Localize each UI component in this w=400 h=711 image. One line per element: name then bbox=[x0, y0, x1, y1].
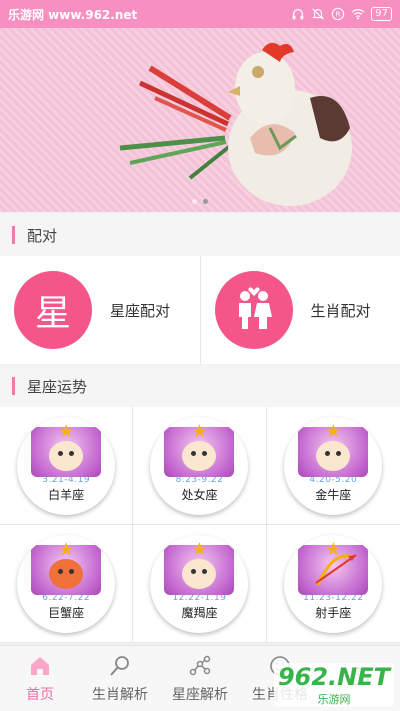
section-title-pair: 配对 bbox=[0, 214, 400, 256]
r-circle-icon: R bbox=[332, 7, 345, 21]
tab-constellation-analysis-label: 星座解析 bbox=[172, 686, 228, 703]
constellation-pair-icon: 星 bbox=[14, 271, 92, 349]
virgo-badge: ★ 8.23-9.22 处女座 bbox=[150, 416, 249, 515]
capricorn-cartoon-icon: ★ bbox=[164, 539, 235, 595]
aries-cartoon-icon: ★ bbox=[31, 421, 102, 477]
banner-carousel[interactable] bbox=[0, 28, 400, 212]
headphones-icon bbox=[293, 8, 304, 20]
star-icon: ★ bbox=[58, 538, 75, 560]
status-site-text: 乐游网 www.962.net bbox=[8, 7, 138, 22]
sign-cell-virgo[interactable]: ★ 8.23-9.22 处女座 bbox=[133, 407, 267, 525]
cancer-cartoon-icon: ★ bbox=[31, 539, 102, 595]
sign-name: 射手座 bbox=[315, 605, 352, 620]
home-icon bbox=[31, 656, 49, 675]
watermark-subtitle: 乐游网 bbox=[317, 693, 351, 706]
section-accent-bar bbox=[12, 377, 15, 395]
rooster-figurine-image bbox=[119, 42, 352, 206]
site-watermark-logo: 962.NET 乐游网 bbox=[274, 663, 394, 707]
pair-row: 星 星座配对 生肖配对 bbox=[0, 256, 400, 364]
constellation-icon bbox=[189, 655, 211, 675]
tab-home[interactable]: 首页 bbox=[0, 646, 80, 711]
carousel-dot-1[interactable] bbox=[192, 199, 197, 204]
bottom-tab-bar: 首页 生肖解析 星座解析 生肖性格 962.NET 乐游网 bbox=[0, 645, 400, 711]
constellation-pair-label: 星座配对 bbox=[110, 301, 171, 320]
star-icon: ★ bbox=[191, 538, 208, 560]
tab-home-label: 首页 bbox=[26, 686, 54, 703]
star-icon: ★ bbox=[58, 420, 75, 442]
taurus-cartoon-icon: ★ bbox=[298, 421, 369, 477]
search-icon bbox=[110, 655, 129, 676]
capricorn-badge: ★ 12.22-1.19 魔羯座 bbox=[150, 534, 249, 633]
sign-cell-aries[interactable]: ★ 3.21-4.19 白羊座 bbox=[0, 407, 134, 525]
star-icon: ★ bbox=[191, 420, 208, 442]
constellation-pair-button[interactable]: 星 星座配对 bbox=[0, 256, 201, 364]
zodiac-pair-button[interactable]: 生肖配对 bbox=[201, 256, 400, 364]
sign-name: 金牛座 bbox=[315, 487, 352, 502]
sign-name: 白羊座 bbox=[48, 487, 85, 502]
status-icons: R 97 bbox=[291, 7, 392, 21]
section-accent-bar bbox=[12, 226, 15, 244]
zodiac-pair-label: 生肖配对 bbox=[310, 301, 371, 320]
sign-name: 处女座 bbox=[181, 487, 218, 502]
constellation-grid: ★ 3.21-4.19 白羊座 ★ 8.23-9.22 处女座 ★ 4.20-5… bbox=[0, 407, 400, 643]
wifi-icon bbox=[351, 9, 365, 20]
svg-text:R: R bbox=[336, 11, 341, 19]
mute-bell-icon bbox=[312, 8, 325, 20]
tab-constellation-analysis[interactable]: 星座解析 bbox=[160, 646, 240, 711]
sagittarius-cartoon-icon: ★ bbox=[298, 539, 369, 595]
taurus-badge: ★ 4.20-5.20 金牛座 bbox=[284, 416, 383, 515]
watermark-logo-text: 962.NET bbox=[277, 663, 391, 691]
sign-cell-sagittarius[interactable]: ★ 11.23-12.22 射手座 bbox=[266, 525, 400, 643]
virgo-cartoon-icon: ★ bbox=[164, 421, 235, 477]
carousel-dot-2[interactable] bbox=[203, 199, 208, 204]
status-bar: 乐游网 www.962.net R 97 bbox=[0, 0, 400, 28]
couple-icon bbox=[214, 271, 293, 349]
section-title-fortune: 星座运势 bbox=[0, 365, 400, 407]
section-title-fortune-text: 星座运势 bbox=[27, 377, 88, 396]
sign-cell-cancer[interactable]: ★ 6.22-7.22 巨蟹座 bbox=[0, 525, 134, 643]
star-icon: ★ bbox=[325, 420, 342, 442]
carousel-dots bbox=[192, 199, 208, 204]
aries-badge: ★ 3.21-4.19 白羊座 bbox=[17, 416, 116, 515]
sign-cell-capricorn[interactable]: ★ 12.22-1.19 魔羯座 bbox=[133, 525, 267, 643]
sagittarius-badge: ★ 11.23-12.22 射手座 bbox=[284, 534, 383, 633]
tab-zodiac-analysis-label: 生肖解析 bbox=[92, 686, 148, 703]
tab-zodiac-analysis[interactable]: 生肖解析 bbox=[80, 646, 160, 711]
sign-cell-taurus[interactable]: ★ 4.20-5.20 金牛座 bbox=[266, 407, 400, 525]
cancer-badge: ★ 6.22-7.22 巨蟹座 bbox=[17, 534, 116, 633]
sign-name: 魔羯座 bbox=[181, 605, 218, 620]
section-title-pair-text: 配对 bbox=[27, 226, 58, 245]
battery-level: 97 bbox=[371, 7, 392, 21]
sign-name: 巨蟹座 bbox=[48, 605, 85, 620]
